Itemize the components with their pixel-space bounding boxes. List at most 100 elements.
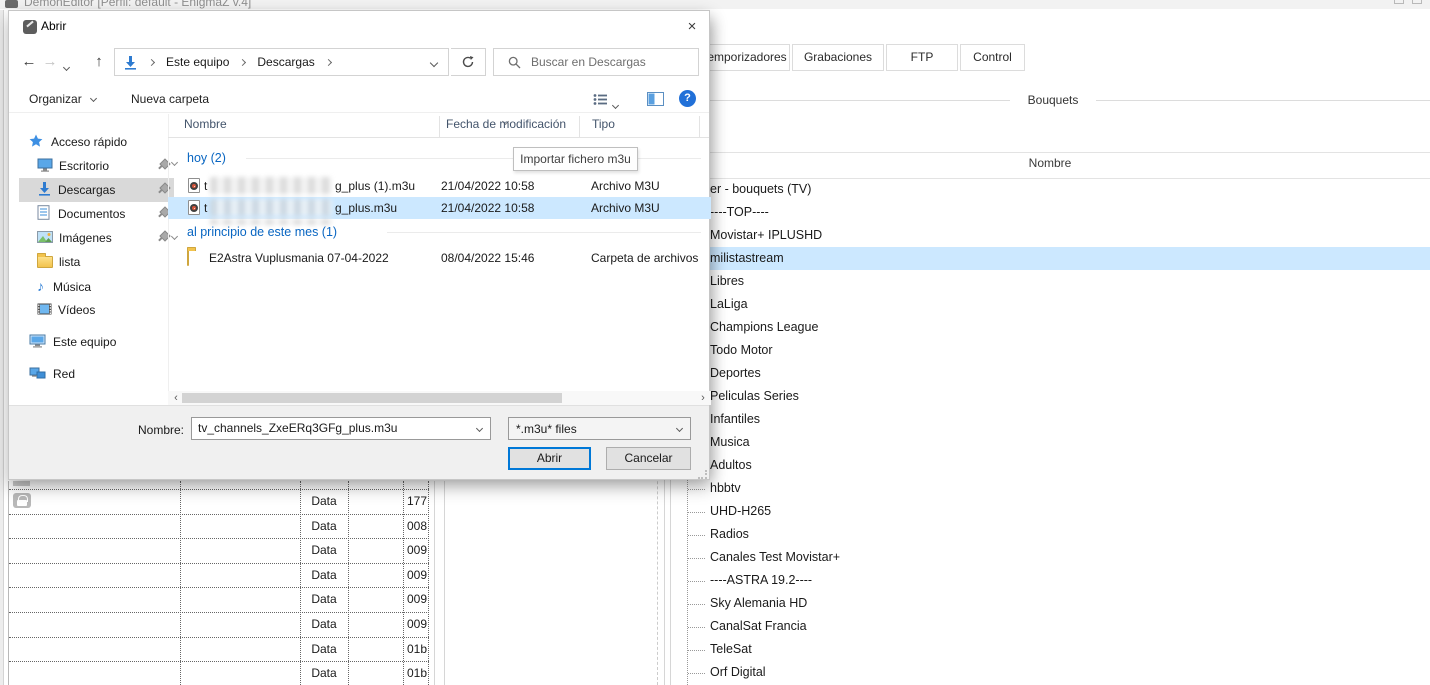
horizontal-scrollbar[interactable]: ‹ › [168,391,711,405]
filetype-combo[interactable]: *.m3u* files [508,417,691,440]
sidebar-item-este-equipo[interactable]: Este equipo [29,330,116,354]
table-cell-value[interactable]: 009 [380,587,427,611]
column-divider[interactable] [439,116,440,138]
folder-row[interactable]: E2Astra Vuplusmania 07-04-2022 08/04/202… [168,247,711,269]
table-cell-type[interactable]: Data [300,612,348,636]
table-cell-value[interactable]: 01b [380,661,427,685]
table-cell-type[interactable]: Data [300,637,348,661]
bouquet-row[interactable]: Peliculas Series [700,385,1430,408]
column-divider[interactable] [699,116,700,138]
table-cell-value[interactable]: 009 [380,612,427,636]
bouquet-row[interactable]: LaLiga [700,293,1430,316]
bouquet-row[interactable]: Infantiles [700,408,1430,431]
scroll-right-icon[interactable]: › [697,392,709,404]
recent-locations-chevron-icon[interactable] [64,59,69,73]
new-folder-button[interactable]: Nueva carpeta [131,91,209,107]
tab-ftp[interactable]: FTP [886,44,958,71]
bouquet-row[interactable]: ----TOP---- [700,201,1430,224]
table-cell-type[interactable]: Data [300,538,348,562]
bouquet-row[interactable]: ----ASTRA 19.2---- [700,569,1430,592]
sidebar-item-escritorio[interactable]: Escritorio [37,154,109,178]
bouquet-row[interactable]: Canales Test Movistar+ [700,546,1430,569]
group-header-hoy[interactable]: hoy (2) [187,151,226,165]
search-input[interactable] [531,55,681,69]
group-collapse-chevron-icon[interactable] [172,154,177,168]
search-box[interactable] [493,48,699,76]
bouquet-row[interactable]: Musica [700,431,1430,454]
bouquet-row[interactable]: Adultos [700,454,1430,477]
bouquet-row[interactable]: er - bouquets (TV) [700,178,1430,201]
table-cell-value[interactable]: 177 [380,489,427,513]
table-cell-value[interactable]: 009 [380,538,427,562]
bouquets-column-header[interactable]: Nombre [900,156,1200,174]
close-icon[interactable]: × [677,15,707,39]
address-bar[interactable]: Este equipo Descargas [114,48,449,76]
table-cell-value[interactable]: 01b [380,637,427,661]
bouquet-row[interactable]: Deportes [700,362,1430,385]
maximize-icon[interactable] [1394,0,1404,4]
table-cell-value[interactable]: 009 [380,563,427,587]
filename-combo[interactable] [191,417,491,440]
view-list-icon[interactable] [593,93,608,106]
bouquet-row[interactable]: Radios [700,523,1430,546]
close-icon[interactable] [1412,0,1422,4]
column-header-fecha[interactable]: Fecha de modificación [446,117,566,132]
help-icon[interactable]: ? [679,90,696,107]
bouquet-row[interactable]: Sky Alemania HD [700,592,1430,615]
bouquet-row[interactable]: Movistar+ IPLUSHD [700,224,1430,247]
column-header-tipo[interactable]: Tipo [592,117,615,132]
address-dropdown-chevron-icon[interactable] [431,55,437,69]
back-arrow-icon[interactable]: ← [19,52,39,72]
bouquet-row[interactable]: Todo Motor [700,339,1430,362]
table-cell-type[interactable]: Data [300,514,348,538]
chevron-down-icon[interactable] [676,425,683,432]
bouquet-row[interactable]: hbbtv [700,477,1430,500]
bouquet-row-selected[interactable]: milistastream [700,247,1430,270]
resize-grip-icon[interactable] [698,470,707,479]
sidebar-item-documentos[interactable]: Documentos [37,202,125,226]
tab-temporizadores[interactable]: Temporizadores [698,44,790,71]
table-cell-type[interactable]: Data [300,489,348,513]
open-button[interactable]: Abrir [508,447,591,470]
bouquet-row[interactable]: Orf Digital [700,661,1430,684]
table-cell-type[interactable]: Data [300,563,348,587]
breadcrumb-this-pc[interactable]: Este equipo [166,55,229,69]
column-divider[interactable] [579,116,580,138]
tab-grabaciones[interactable]: Grabaciones [792,44,884,71]
refresh-button[interactable] [451,48,486,76]
tab-control[interactable]: Control [960,44,1025,71]
sidebar-item-lista[interactable]: lista [37,250,80,274]
file-row-selected[interactable]: t g_plus.m3u 21/04/2022 10:58 Archivo M3… [168,197,711,219]
table-left-border [8,481,9,685]
header-divider [168,137,709,138]
sidebar-item-descargas[interactable]: Descargas [37,178,115,202]
forward-arrow-icon[interactable]: → [40,52,60,72]
preview-pane-icon[interactable] [647,92,664,106]
sidebar-item-videos[interactable]: Vídeos [37,298,95,322]
filename-input[interactable] [198,421,458,435]
scrollbar-thumb[interactable] [182,393,562,403]
group-header-mes[interactable]: al principio de este mes (1) [187,225,337,239]
sidebar-item-red[interactable]: Red [29,362,75,386]
file-row[interactable]: t g_plus (1).m3u 21/04/2022 10:58 Archiv… [168,175,711,197]
table-cell-type[interactable]: Data [300,587,348,611]
sidebar-section-quick-access[interactable]: Acceso rápido [29,130,127,154]
chevron-down-icon[interactable] [476,425,483,432]
up-arrow-icon[interactable]: ↑ [89,52,109,72]
sidebar-item-musica[interactable]: ♪Música [37,274,91,298]
view-dropdown-chevron-icon[interactable] [613,97,618,111]
sidebar-item-imagenes[interactable]: Imágenes [37,226,112,250]
bouquet-row[interactable]: TeleSat [700,638,1430,661]
bouquet-row[interactable]: Libres [700,270,1430,293]
scroll-left-icon[interactable]: ‹ [170,392,182,404]
cancel-button[interactable]: Cancelar [606,447,691,470]
breadcrumb-current-folder[interactable]: Descargas [257,55,314,69]
table-cell-type[interactable]: Data [300,661,348,685]
group-collapse-chevron-icon[interactable] [172,228,177,242]
bouquet-row[interactable]: Champions League [700,316,1430,339]
table-cell-value[interactable]: 008 [380,514,427,538]
organize-button[interactable]: Organizar [29,91,96,107]
column-header-nombre[interactable]: Nombre [184,117,227,132]
bouquet-row[interactable]: CanalSat Francia [700,615,1430,638]
bouquet-row[interactable]: UHD-H265 [700,500,1430,523]
